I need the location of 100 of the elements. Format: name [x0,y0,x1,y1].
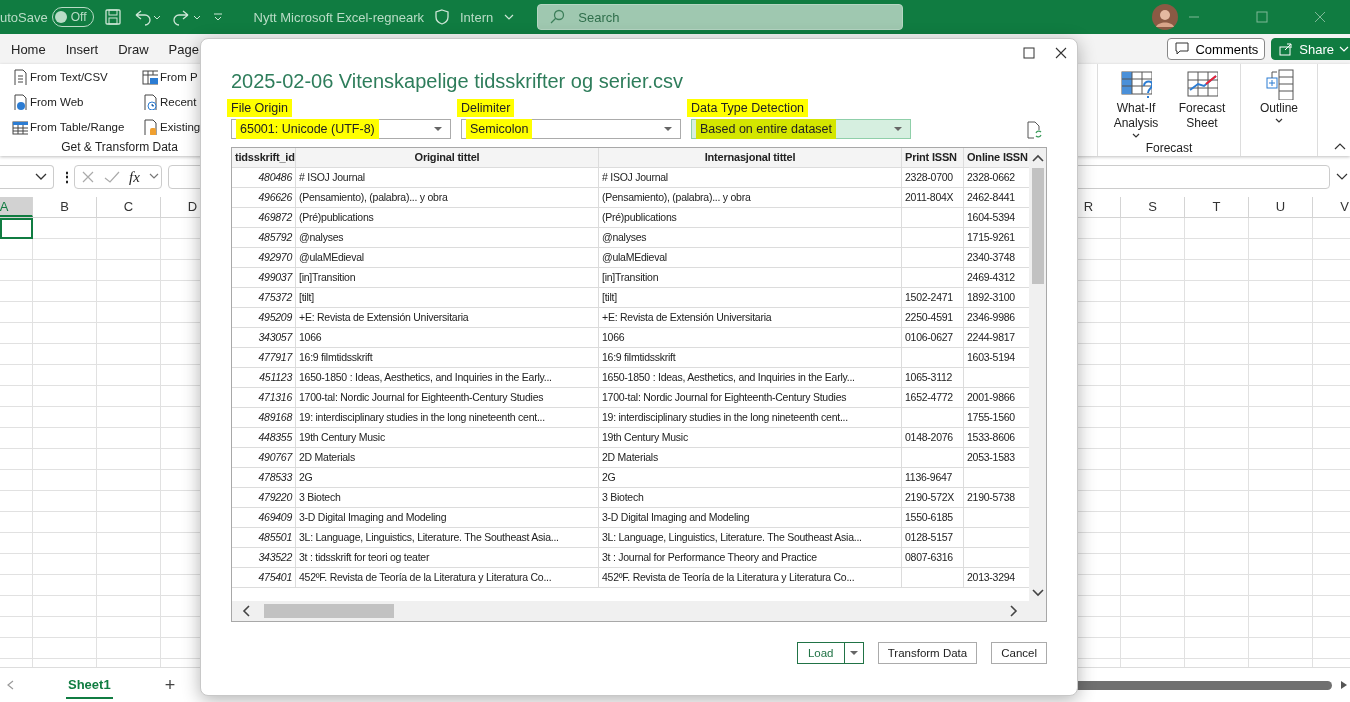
share-button[interactable]: Share [1271,38,1350,60]
customize-icon[interactable] [211,11,224,23]
column-header[interactable]: V [1313,197,1350,217]
dropdown-field[interactable]: 65001: Unicode (UTF-8) [231,119,451,139]
table-cell: 452ºF. Revista de Teoría de la Literatura y Literatura Co... [296,568,599,587]
table-cell: 492970 [232,248,296,267]
table-cell-text: 2190-5738 [966,490,1016,505]
table-cell: 1066 [599,328,902,347]
check-icon[interactable] [104,170,120,184]
ribbon-command[interactable]: What-If Analysis [1106,68,1166,140]
table-cell: @ulaMEdieval [296,248,599,267]
column-header[interactable]: B [33,197,97,217]
load-button[interactable]: Load [796,642,845,664]
redo-icon[interactable] [171,8,202,26]
scroll-thumb[interactable] [1031,168,1044,284]
ribbon-command[interactable]: Outline [1249,68,1309,125]
table-cell: 16:9 filmtidsskrift [296,348,599,367]
column-header: Print ISSN [902,148,964,167]
table-cell: 485792 [232,228,296,247]
collapse-ribbon-icon[interactable] [1334,142,1346,150]
selected-cell[interactable] [0,218,33,239]
save-icon[interactable] [103,8,122,26]
table-cell: # ISOJ Journal [599,168,902,187]
chevron-icon [1274,117,1284,125]
table-cell: 2D Materials [296,448,599,467]
expand-icon[interactable] [1336,173,1348,181]
ribbon-tab[interactable]: Page [168,41,199,57]
name-box[interactable] [0,165,54,189]
dropdown-field[interactable]: Based on entire dataset [691,119,911,139]
close-icon[interactable] [1055,47,1067,59]
ribbon-tab[interactable]: Insert [65,41,99,57]
horizontal-scrollbar[interactable] [232,601,1046,621]
table-cell: 2G [296,468,599,487]
table-question-icon [1120,68,1152,100]
column-header[interactable]: U [1249,197,1313,217]
column-header[interactable]: C [97,197,161,217]
table-cell: 2250-4591 [902,308,964,327]
table-cell: 1502-2471 [902,288,964,307]
scroll-thumb[interactable] [264,604,394,618]
table-cell: 16:9 filmtidsskrift [599,348,902,367]
table-cell: 2011-804X [902,188,964,207]
add-sheet-button[interactable]: + [164,674,176,696]
table-cell: 343057 [232,328,296,347]
ribbon-tab[interactable]: Home [11,41,46,57]
column-header: Online ISSN [966,150,1029,165]
avatar-icon[interactable] [1152,4,1178,30]
table-cell: 1066 [296,328,599,347]
table-cell-text: 2013-3294 [966,570,1016,585]
dialog-button[interactable]: Transform Data [877,642,978,664]
table-icon [12,118,28,135]
shield-icon [434,8,450,26]
previous-sheet-icon[interactable] [6,680,14,690]
table-cell: # ISOJ Journal [296,168,599,187]
table-cell: 343522 [232,548,296,567]
column-header: Original tittel [296,148,599,167]
column-header[interactable]: T [1185,197,1249,217]
sheet-tab[interactable]: Sheet1 [66,671,113,699]
table-cell: 2D Materials [599,448,902,467]
ribbon-command[interactable]: From Web [12,89,142,114]
scroll-down-icon[interactable] [1031,589,1044,597]
table-cell-text: 2469-4312 [966,270,1016,285]
table-cell: 1700-tal: Nordic Journal for Eighteenth-Century Studies [296,388,599,407]
cancel-icon[interactable] [81,170,95,184]
table-cell: 19: interdisciplinary studies in the long nineteenth cent... [599,408,902,427]
table-cell: 3L: Language, Linguistics, Literature. The Southeast Asia... [599,528,902,547]
table-cell: 489168 [232,408,296,427]
chevron-icon[interactable] [148,173,159,181]
column-header: Internasjonal tittel [599,148,902,167]
comments-button[interactable]: Comments [1167,38,1266,60]
refresh-document-icon[interactable] [1026,121,1042,139]
table-cell-text: 1715-9261 [966,230,1016,245]
table-cell-text: 1603-5194 [966,350,1016,365]
column-header[interactable]: A [0,197,33,217]
dialog-button[interactable]: Cancel [991,642,1047,664]
scroll-left-icon[interactable] [242,605,250,617]
table-cell-text: 1892-3100 [966,290,1016,305]
vertical-scrollbar[interactable] [1029,148,1046,601]
insert-function-button[interactable]: fx [129,168,140,186]
text-file-icon [12,68,28,85]
dropdown-field[interactable]: Semicolon [461,119,681,139]
scroll-up-icon[interactable] [1031,154,1044,162]
maximize-icon[interactable] [1023,47,1035,59]
table-cell: 448355 [232,428,296,447]
column-header[interactable]: S [1121,197,1185,217]
ribbon-command[interactable]: Forecast Sheet [1172,68,1232,131]
table-cell: (Pré)publications [599,208,902,227]
dropdown-button[interactable] [843,642,864,664]
sensitivity-label[interactable]: Intern [460,9,494,25]
search-field[interactable]: Search [537,4,904,30]
clock-document-icon [142,93,158,110]
ribbon-command[interactable]: From Table/Range [12,114,142,139]
table-cell: 1065-3112 [902,368,964,387]
table-cell: 19th Century Music [296,428,599,447]
scroll-right-icon[interactable] [1010,605,1018,617]
table-cell: 2190-572X [902,488,964,507]
more-options[interactable]: ⋮ [60,169,68,185]
ribbon-tab[interactable]: Draw [118,41,149,57]
table-cell: 0148-2076 [902,428,964,447]
scroll-right-icon[interactable] [1340,680,1348,690]
ribbon-command[interactable]: From Text/CSV [12,64,142,89]
